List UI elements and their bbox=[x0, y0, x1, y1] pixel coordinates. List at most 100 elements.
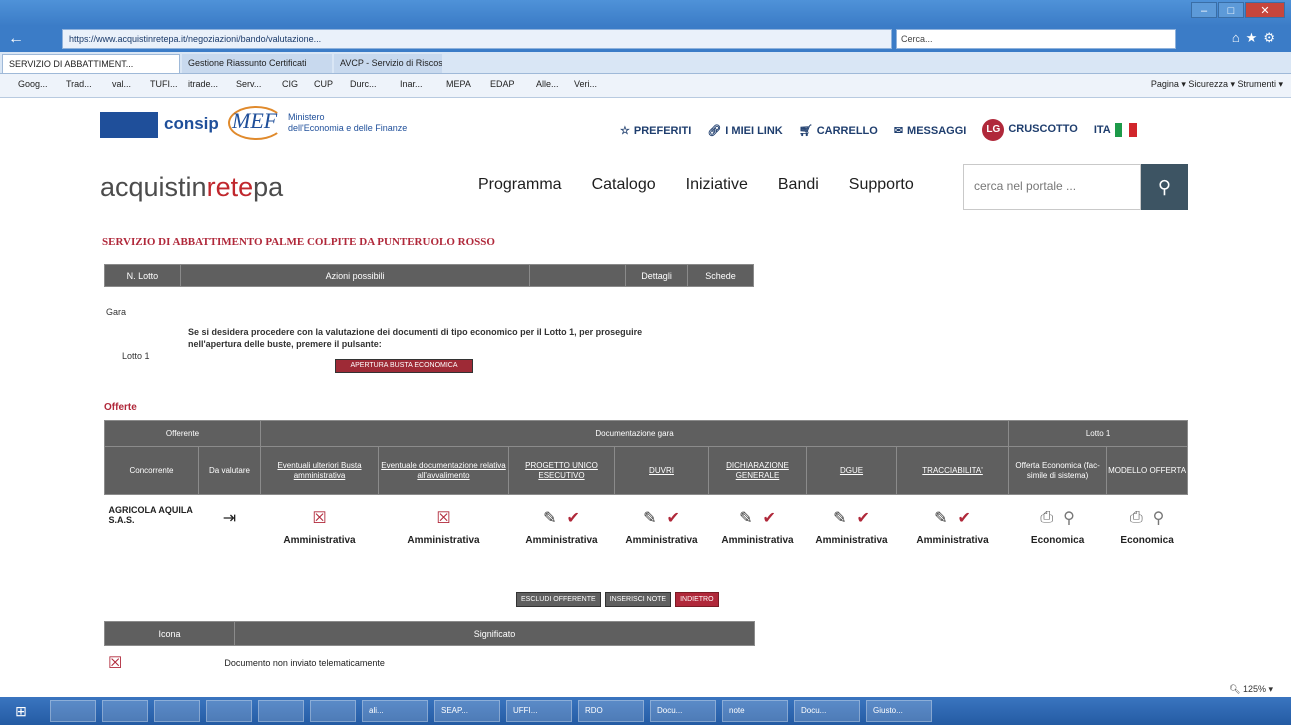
fav-item[interactable]: Durc... bbox=[350, 79, 377, 89]
consip-label[interactable]: consip bbox=[164, 114, 219, 134]
url-field[interactable]: https://www.acquistinretepa.it/negoziazi… bbox=[62, 29, 892, 49]
minimize-button[interactable]: – bbox=[1191, 2, 1217, 18]
brand-part-c: pa bbox=[253, 172, 284, 202]
zoom-level[interactable]: 🔍︎ 125% ▾ bbox=[1229, 684, 1273, 695]
legend-text: Documento non inviato telematicamente bbox=[224, 658, 385, 668]
taskbar-item[interactable] bbox=[206, 700, 252, 722]
category-label: Amministrativa bbox=[916, 535, 989, 546]
avatar: LG bbox=[982, 119, 1005, 141]
fav-item[interactable]: val... bbox=[112, 79, 131, 89]
tab-abbattimento[interactable]: SERVIZIO DI ABBATTIMENT... bbox=[2, 54, 180, 73]
mef-logo[interactable]: MEF bbox=[232, 108, 277, 134]
taskbar-item[interactable]: RDO bbox=[578, 700, 644, 722]
taskbar-item[interactable]: SEAP... bbox=[434, 700, 500, 722]
fav-item[interactable]: Veri... bbox=[574, 79, 597, 89]
close-window-button[interactable]: ✕ bbox=[1245, 2, 1285, 18]
site-logo[interactable]: acquistinretepa bbox=[100, 172, 283, 203]
edit-icon[interactable]: ✎ bbox=[643, 508, 656, 528]
print-icon[interactable]: ⎙ bbox=[1130, 509, 1143, 527]
apertura-busta-economica-button[interactable]: APERTURA BUSTA ECONOMICA bbox=[335, 359, 473, 373]
nav-supporto[interactable]: Supporto bbox=[849, 176, 914, 194]
command-bar[interactable]: Pagina ▾ Sicurezza ▾ Strumenti ▾ bbox=[1151, 79, 1283, 90]
fav-item[interactable]: Inar... bbox=[400, 79, 423, 89]
col-dichiarazione[interactable]: DICHIARAZIONE GENERALE bbox=[708, 446, 807, 495]
taskbar-item[interactable] bbox=[50, 700, 96, 722]
group-documentazione: Documentazione gara bbox=[259, 420, 1010, 447]
taskbar-item[interactable]: ali... bbox=[362, 700, 428, 722]
carrello-link[interactable]: 🛒︎ CARRELLO bbox=[799, 124, 878, 137]
lotto-table: N. Lotto Azioni possibili Dettagli Sched… bbox=[104, 264, 754, 287]
maximize-button[interactable]: □ bbox=[1218, 2, 1244, 18]
gara-label: Gara bbox=[106, 307, 127, 317]
preferiti-link[interactable]: ☆ PREFERITI bbox=[620, 124, 691, 137]
col-progetto[interactable]: PROGETTO UNICO ESECUTIVO bbox=[508, 446, 615, 495]
taskbar-item[interactable] bbox=[310, 700, 356, 722]
col-busta-amm[interactable]: Eventuali ulteriori Busta amministrativa bbox=[260, 446, 379, 495]
edit-icon[interactable]: ✎ bbox=[739, 508, 752, 528]
check-circle-icon[interactable]: ✔ bbox=[567, 508, 580, 528]
portal-search-input[interactable]: cerca nel portale ... bbox=[963, 164, 1141, 210]
fav-item[interactable]: Trad... bbox=[66, 79, 92, 89]
col-schede: Schede bbox=[687, 264, 754, 287]
search-button[interactable]: ⚲ bbox=[1141, 164, 1188, 210]
fav-item[interactable]: Goog... bbox=[18, 79, 48, 89]
col-busta-amm-label: Eventuali ulteriori Busta amministrativa bbox=[277, 460, 362, 480]
check-circle-icon[interactable]: ✔ bbox=[958, 508, 971, 528]
taskbar-item[interactable]: note bbox=[722, 700, 788, 722]
check-circle-icon[interactable]: ✔ bbox=[857, 508, 870, 528]
taskbar-item[interactable]: Docu... bbox=[794, 700, 860, 722]
escludi-offerente-button[interactable]: ESCLUDI OFFERENTE bbox=[516, 592, 601, 607]
nav-iniziative[interactable]: Iniziative bbox=[686, 176, 748, 194]
taskbar-item[interactable] bbox=[102, 700, 148, 722]
fav-item[interactable]: MEPA bbox=[446, 79, 471, 89]
messaggi-link[interactable]: ✉ MESSAGGI bbox=[894, 124, 967, 137]
consip-logo[interactable] bbox=[100, 112, 158, 138]
magnifier-icon[interactable]: ⚲ bbox=[1063, 508, 1075, 528]
taskbar-item[interactable] bbox=[258, 700, 304, 722]
col-offerta-economica: Offerta Economica (fac-simile di sistema… bbox=[1008, 446, 1108, 495]
col-empty bbox=[529, 264, 627, 287]
edit-icon[interactable]: ✎ bbox=[543, 508, 556, 528]
language-selector[interactable]: ITA bbox=[1094, 123, 1137, 137]
link-icon: 🔗︎ bbox=[707, 124, 722, 137]
enter-icon[interactable]: ⇥ bbox=[223, 508, 236, 528]
taskbar-item[interactable] bbox=[154, 700, 200, 722]
indietro-button[interactable]: INDIETRO bbox=[675, 592, 719, 607]
fav-item[interactable]: Alle... bbox=[536, 79, 559, 89]
col-tracciabilita[interactable]: TRACCIABILITA' bbox=[895, 446, 1010, 495]
fav-item[interactable]: EDAP bbox=[490, 79, 515, 89]
home-star-gear-icons[interactable]: ⌂★⚙ bbox=[1232, 30, 1281, 46]
fav-item[interactable]: CUP bbox=[314, 79, 333, 89]
col-duvri-label: DUVRI bbox=[649, 465, 674, 475]
tab-certificati[interactable]: Gestione Riassunto Certificati bbox=[182, 54, 332, 73]
browser-search-input[interactable]: Cerca... bbox=[896, 29, 1176, 49]
nav-bandi[interactable]: Bandi bbox=[778, 176, 819, 194]
magnifier-icon[interactable]: ⚲ bbox=[1153, 508, 1165, 528]
start-button[interactable]: ⊞ bbox=[6, 700, 36, 722]
col-duvri[interactable]: DUVRI bbox=[614, 446, 709, 495]
check-circle-icon[interactable]: ✔ bbox=[763, 508, 776, 528]
fav-item[interactable]: CIG bbox=[282, 79, 298, 89]
check-circle-icon[interactable]: ✔ bbox=[667, 508, 680, 528]
nav-programma[interactable]: Programma bbox=[478, 176, 562, 194]
fav-item[interactable]: TUFI... bbox=[150, 79, 178, 89]
nav-catalogo[interactable]: Catalogo bbox=[592, 176, 656, 194]
miei-link-link[interactable]: 🔗︎ I MIEI LINK bbox=[707, 124, 782, 137]
italy-flag-icon bbox=[1114, 123, 1137, 137]
group-offerente: Offerente bbox=[104, 420, 261, 447]
back-arrow-icon[interactable]: ← bbox=[8, 29, 30, 49]
edit-icon[interactable]: ✎ bbox=[934, 508, 947, 528]
edit-icon[interactable]: ✎ bbox=[833, 508, 846, 528]
taskbar-item[interactable]: Giusto... bbox=[866, 700, 932, 722]
fav-item[interactable]: Serv... bbox=[236, 79, 261, 89]
col-dgue[interactable]: DGUE bbox=[806, 446, 897, 495]
taskbar-item[interactable]: UFFI... bbox=[506, 700, 572, 722]
legend-row: ☒ Documento non inviato telematicamente bbox=[108, 653, 385, 673]
cruscotto-link[interactable]: LG CRUSCOTTO bbox=[982, 119, 1078, 141]
tab-avcp[interactable]: AVCP - Servizio di Riscossione bbox=[334, 54, 442, 73]
print-icon[interactable]: ⎙ bbox=[1040, 509, 1053, 527]
taskbar-item[interactable]: Docu... bbox=[650, 700, 716, 722]
fav-item[interactable]: itrade... bbox=[188, 79, 218, 89]
col-avvalimento[interactable]: Eventuale documentazione relativa all'av… bbox=[378, 446, 509, 495]
inserisci-note-button[interactable]: INSERISCI NOTE bbox=[604, 592, 672, 607]
